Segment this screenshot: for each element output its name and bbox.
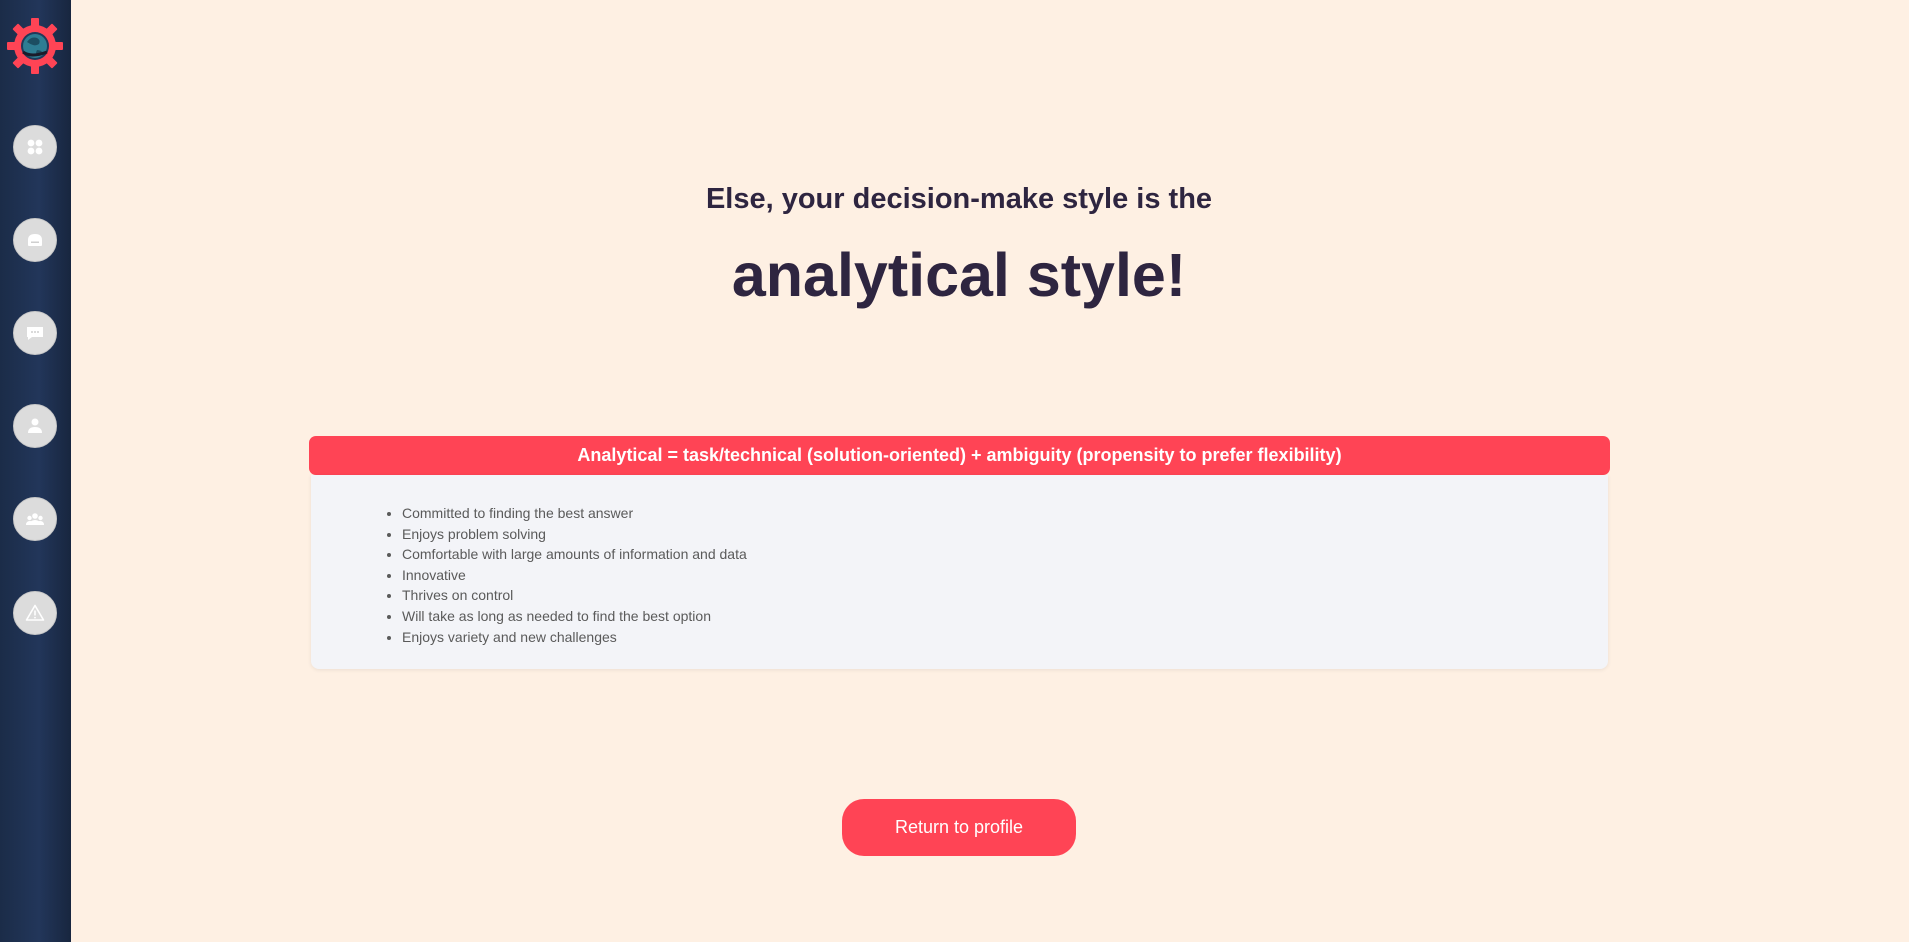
- result-title: analytical style!: [731, 241, 1187, 309]
- sidebar-item-profile[interactable]: [13, 218, 57, 262]
- return-to-profile-button[interactable]: Return to profile: [842, 799, 1076, 856]
- warning-icon: [25, 604, 45, 621]
- group-icon: [26, 513, 44, 525]
- card-body: Committed to finding the best answer Enj…: [311, 475, 1608, 669]
- list-item: Thrives on control: [402, 585, 747, 606]
- list-item: Enjoys problem solving: [402, 524, 747, 545]
- traits-list: Committed to finding the best answer Enj…: [311, 503, 747, 647]
- style-card: Analytical = task/technical (solution-or…: [309, 436, 1610, 670]
- id-card-icon: [28, 234, 42, 246]
- sidebar-item-dashboard[interactable]: [13, 125, 57, 169]
- list-item: Innovative: [402, 565, 747, 586]
- list-item: Will take as long as needed to find the …: [402, 606, 747, 627]
- list-item: Committed to finding the best answer: [402, 503, 747, 524]
- sidebar-item-messages[interactable]: [13, 311, 57, 355]
- sidebar-item-alerts[interactable]: [13, 591, 57, 635]
- card-header: Analytical = task/technical (solution-or…: [309, 436, 1610, 475]
- app-logo[interactable]: [7, 18, 63, 74]
- chat-icon: [27, 327, 43, 340]
- sidebar-item-team[interactable]: [13, 497, 57, 541]
- user-icon: [28, 418, 42, 433]
- list-item: Enjoys variety and new challenges: [402, 627, 747, 648]
- sidebar-item-account[interactable]: [13, 404, 57, 448]
- sidebar: [0, 0, 71, 942]
- gear-globe-logo-icon: [7, 18, 63, 74]
- grid-icon: [27, 139, 43, 155]
- result-subtitle: Else, your decision-make style is the: [705, 183, 1213, 215]
- list-item: Comfortable with large amounts of inform…: [402, 544, 747, 565]
- main-content: Else, your decision-make style is the an…: [71, 0, 1909, 942]
